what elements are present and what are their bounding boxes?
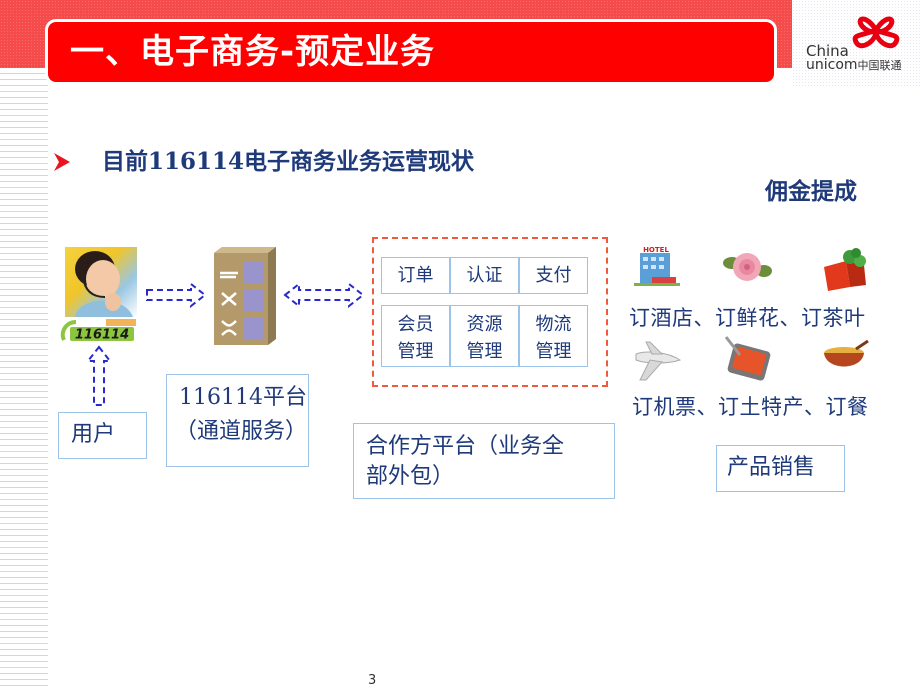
logo-line-china: China (806, 42, 849, 60)
module-resource-line2: 管理 (466, 341, 503, 362)
commission-label: 佣金提成 (765, 178, 857, 205)
module-member-line2: 管理 (397, 341, 434, 362)
bullet-arrow-icon (54, 153, 70, 171)
platform-box-line1: 116114平台 (179, 385, 307, 410)
page-number: 3 (368, 673, 377, 688)
logo-line-unicom: unicom中国联通 (806, 58, 902, 73)
airplane-icon (635, 341, 682, 381)
module-order: 订单 (381, 257, 450, 294)
product-sales-box: 产品销售 (716, 445, 845, 492)
116114-logo: 116114 (60, 318, 140, 344)
module-logistics-line2: 管理 (535, 341, 572, 362)
server-icon (214, 247, 276, 345)
module-member-line1: 会员 (397, 314, 434, 335)
left-decoration-lines (0, 68, 48, 690)
operator-headset-icon (75, 251, 133, 317)
user-to-platform-arrow (146, 282, 207, 308)
logo-unicom-word: unicom (806, 57, 858, 73)
platform-box: 116114平台 （通道服务） (166, 374, 309, 467)
section-subtitle: 目前116114电子商务业务运营现状 (102, 148, 475, 175)
hotel-icon: HOTEL (634, 246, 680, 286)
module-logistics-management: 物流 管理 (519, 305, 588, 367)
products-row2-label: 订机票、订土特产、订餐 (632, 395, 869, 419)
user-box: 用户 (58, 412, 147, 459)
module-resource-management: 资源 管理 (450, 305, 519, 367)
partner-box-line2: 部外包） (366, 464, 455, 489)
platform-partner-bidirectional-arrow (283, 282, 365, 308)
partner-box-line1: 合作方平台（业务全 (366, 434, 565, 459)
slide-title: 一、电子商务-预定业务 (70, 32, 436, 72)
module-authentication: 认证 (450, 257, 519, 294)
module-payment: 支付 (519, 257, 588, 294)
116114-logo-text: 116114 (75, 328, 129, 343)
platform-box-line2: （通道服务） (175, 419, 308, 444)
meal-icon (824, 339, 869, 367)
specialty-product-icon (724, 336, 771, 381)
partner-platform-box: 合作方平台（业务全 部外包） (353, 423, 615, 499)
hotel-sign-text: HOTEL (643, 246, 669, 254)
china-unicom-logo-text: China unicom中国联通 (806, 44, 902, 73)
tea-icon (824, 248, 866, 291)
module-resource-line1: 资源 (466, 314, 503, 335)
flower-icon (723, 253, 772, 281)
products-row1-label: 订酒店、订鲜花、订茶叶 (629, 306, 866, 330)
logo-unicom-cn: 中国联通 (857, 59, 902, 72)
customer-service-photo (65, 247, 137, 317)
module-logistics-line1: 物流 (535, 314, 572, 335)
user-up-arrow (86, 345, 112, 406)
module-member-management: 会员 管理 (381, 305, 450, 367)
